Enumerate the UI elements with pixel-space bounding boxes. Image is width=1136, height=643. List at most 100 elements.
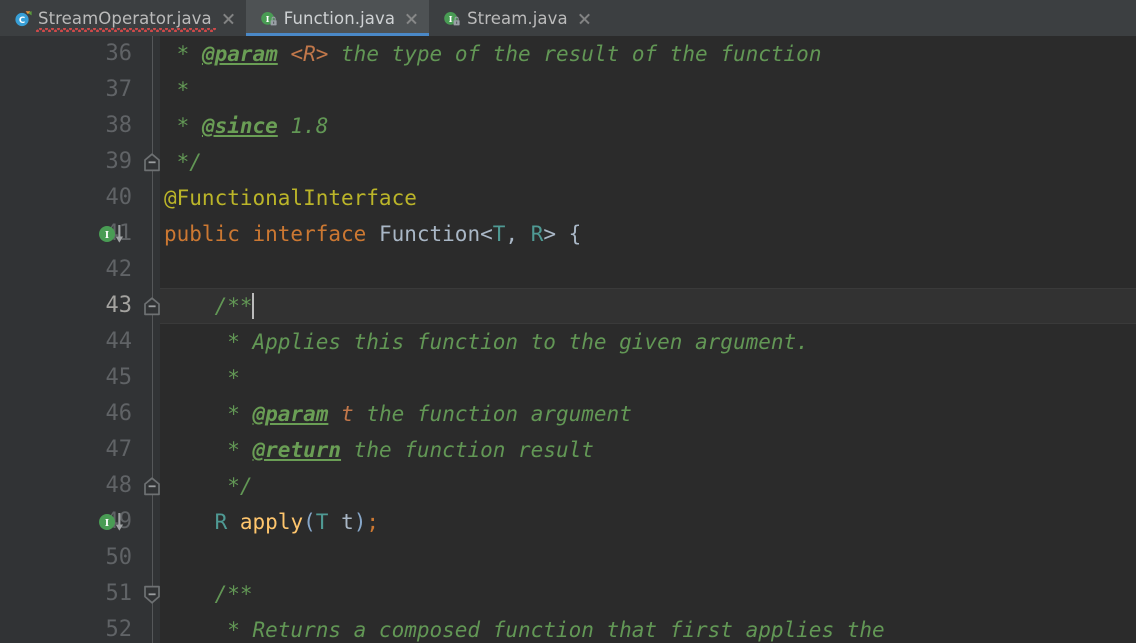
svg-text:I: I	[265, 13, 269, 23]
code-token: apply	[239, 510, 304, 534]
close-icon[interactable]	[404, 11, 419, 26]
java-class-icon: C	[14, 10, 32, 27]
code-line[interactable]: * @param <R> the type of the result of t…	[160, 36, 1136, 72]
editor-tab-stream[interactable]: I Stream.java	[429, 0, 602, 36]
code-text-area[interactable]: * @param <R> the type of the result of t…	[160, 36, 1136, 643]
svg-text:I: I	[105, 230, 110, 241]
code-token: the type of the result of the function	[328, 42, 822, 66]
code-line[interactable]: @FunctionalInterface	[160, 180, 1136, 216]
gutter-row[interactable]: 47	[0, 432, 160, 468]
code-token: @since	[201, 114, 278, 138]
gutter-row[interactable]: 38	[0, 108, 160, 144]
gutter-row[interactable]: 48	[0, 468, 160, 504]
code-token: T	[492, 222, 506, 246]
gutter-row[interactable]: 52	[0, 612, 160, 643]
code-token: <R>	[290, 42, 329, 66]
code-token: the function result	[341, 438, 594, 462]
svg-text:I: I	[105, 518, 110, 529]
code-token: R	[530, 222, 544, 246]
gutter-row[interactable]: 49I	[0, 504, 160, 540]
code-token: *	[164, 78, 190, 102]
code-token: the function argument	[353, 402, 632, 426]
line-number: 36	[105, 41, 133, 66]
code-line[interactable]: * @return the function result	[160, 432, 1136, 468]
gutter-row[interactable]: 50	[0, 540, 160, 576]
code-token: @param	[201, 42, 278, 66]
code-token: *	[164, 366, 240, 390]
code-token: (	[303, 510, 316, 534]
code-line[interactable]: */	[160, 144, 1136, 180]
gutter-row[interactable]: 43	[0, 288, 160, 324]
code-token: *	[164, 402, 253, 426]
code-token: )	[353, 510, 367, 534]
gutter-row[interactable]: 40	[0, 180, 160, 216]
gutter-row[interactable]: 39	[0, 144, 160, 180]
code-line[interactable]: * @param t the function argument	[160, 396, 1136, 432]
text-caret	[251, 293, 254, 319]
code-token: *	[164, 114, 202, 138]
code-line[interactable]: /**	[160, 576, 1136, 612]
code-line[interactable]: */	[160, 468, 1136, 504]
code-token: Function	[378, 222, 481, 246]
code-editor[interactable]: 36 37 38 39 40 41I 42 43 44 45 46 47 48 49I 50 51 52 * @…	[0, 36, 1136, 643]
code-line[interactable]	[160, 540, 1136, 576]
editor-tab-streamoperator[interactable]: C StreamOperator.java	[0, 0, 246, 36]
line-number: 50	[105, 545, 133, 570]
code-line[interactable]: *	[160, 360, 1136, 396]
line-number: 39	[105, 149, 133, 174]
gutter-row[interactable]: 44	[0, 324, 160, 360]
line-number: 45	[105, 365, 133, 390]
code-token: t	[341, 510, 354, 534]
svg-text:C: C	[19, 16, 25, 26]
code-token: public interface	[164, 222, 379, 246]
line-number: 48	[105, 473, 133, 498]
code-token: @param	[252, 402, 329, 426]
editor-tab-label: Function.java	[283, 8, 396, 28]
code-line[interactable]: * Applies this function to the given arg…	[160, 324, 1136, 360]
gutter-row[interactable]: 46	[0, 396, 160, 432]
editor-tab-label: StreamOperator.java	[38, 8, 212, 28]
line-number: 42	[105, 257, 133, 282]
gutter-row[interactable]: 45	[0, 360, 160, 396]
gutter-row[interactable]: 41I	[0, 216, 160, 252]
line-number: 47	[105, 437, 133, 462]
code-line[interactable]: * Returns a composed function that first…	[160, 612, 1136, 643]
line-number: 38	[105, 113, 133, 138]
implemented-by-icon[interactable]: I	[96, 224, 134, 244]
svg-text:I: I	[449, 13, 453, 23]
code-token: R	[214, 510, 228, 534]
line-number: 40	[105, 185, 133, 210]
code-line[interactable]: R apply(T t);	[160, 504, 1136, 540]
code-line[interactable]: /**	[160, 288, 1136, 324]
code-line[interactable]: * @since 1.8	[160, 108, 1136, 144]
gutter-row[interactable]: 36	[0, 36, 160, 72]
gutter-row[interactable]: 37	[0, 72, 160, 108]
close-icon[interactable]	[221, 11, 236, 26]
gutter-row[interactable]: 42	[0, 252, 160, 288]
code-token: *	[164, 438, 253, 462]
editor-tab-label: Stream.java	[467, 8, 568, 28]
code-token: <	[480, 222, 493, 246]
editor-tab-function[interactable]: I Function.java	[245, 0, 430, 36]
error-squiggle	[36, 28, 216, 32]
implemented-by-icon[interactable]: I	[96, 512, 134, 532]
java-interface-locked-icon: I	[443, 10, 460, 27]
code-token: *	[164, 42, 202, 66]
code-token: @FunctionalInterface	[164, 186, 417, 210]
editor-gutter[interactable]: 36 37 38 39 40 41I 42 43 44 45 46 47 48 49I 50 51 52	[0, 36, 160, 643]
code-token: T	[315, 510, 329, 534]
gutter-row[interactable]: 51	[0, 576, 160, 612]
code-token: @return	[252, 438, 342, 462]
code-line[interactable]: *	[160, 72, 1136, 108]
code-token: */	[164, 150, 202, 174]
code-line[interactable]: public interface Function<T, R> {	[160, 216, 1136, 252]
close-icon[interactable]	[577, 11, 592, 26]
code-line[interactable]	[160, 252, 1136, 288]
code-token: ;	[366, 510, 380, 534]
code-token: /**	[164, 294, 253, 318]
